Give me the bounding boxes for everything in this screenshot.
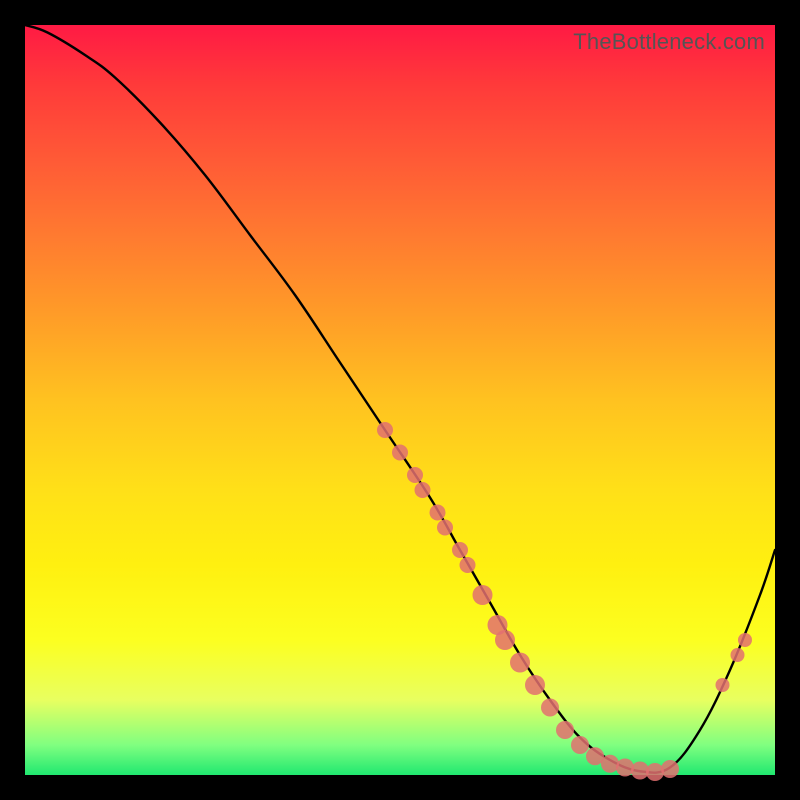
data-point (616, 759, 634, 777)
data-point (525, 675, 545, 695)
data-point (716, 678, 730, 692)
data-point (407, 467, 423, 483)
highlighted-points (377, 422, 752, 781)
data-point (646, 763, 664, 781)
data-point (541, 699, 559, 717)
data-point (415, 482, 431, 498)
data-point (661, 760, 679, 778)
data-point (437, 520, 453, 536)
data-point (738, 633, 752, 647)
data-point (601, 755, 619, 773)
data-point (377, 422, 393, 438)
chart-svg (25, 25, 775, 775)
data-point (460, 557, 476, 573)
bottleneck-curve (25, 25, 775, 773)
chart-canvas: TheBottleneck.com (0, 0, 800, 800)
data-point (510, 653, 530, 673)
plot-area: TheBottleneck.com (25, 25, 775, 775)
data-point (392, 445, 408, 461)
data-point (430, 505, 446, 521)
data-point (452, 542, 468, 558)
data-point (495, 630, 515, 650)
data-point (731, 648, 745, 662)
data-point (473, 585, 493, 605)
data-point (556, 721, 574, 739)
data-point (571, 736, 589, 754)
